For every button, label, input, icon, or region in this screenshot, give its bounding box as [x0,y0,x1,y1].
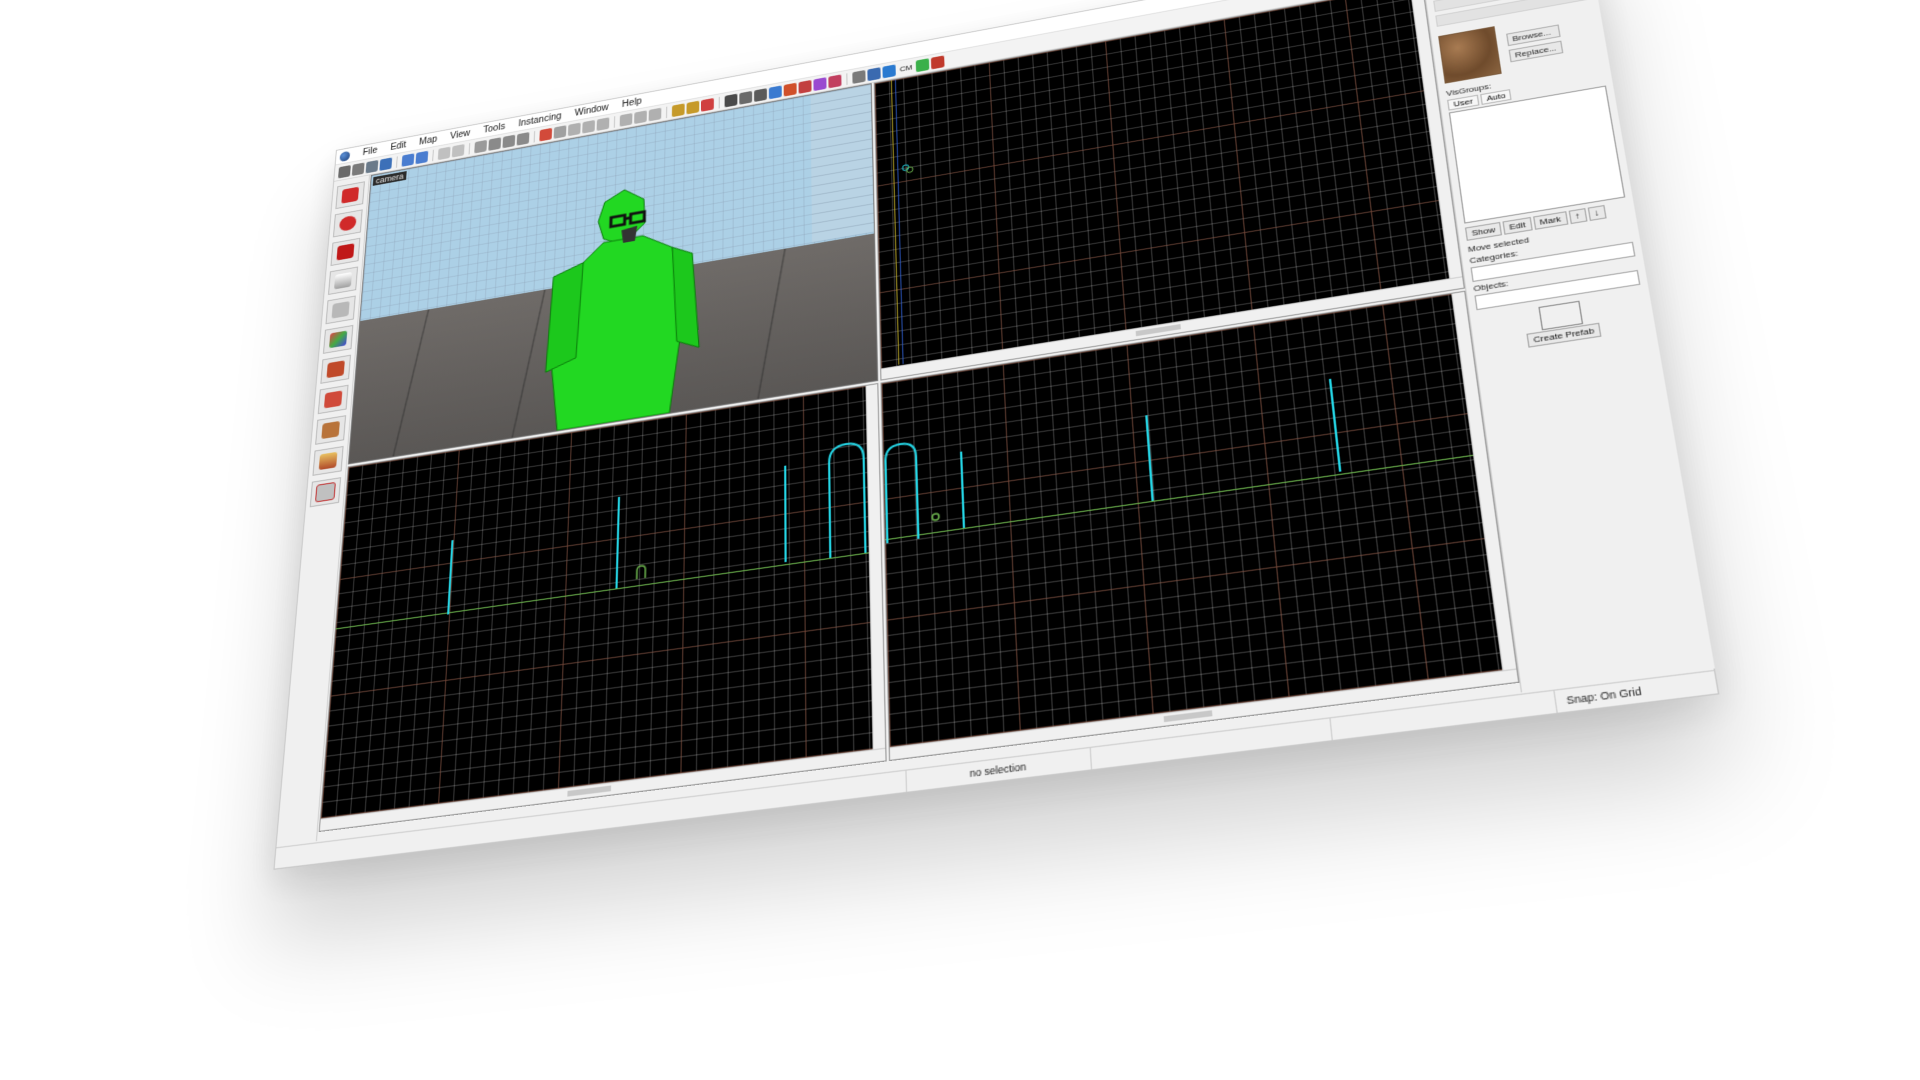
texture-tool-icon [329,330,348,349]
camera-tool-icon [336,243,355,261]
arrow-up-icon[interactable]: ↑ [1568,208,1588,225]
toolbar-separator [718,96,720,109]
paste-icon[interactable] [648,107,662,121]
cursor-icon[interactable] [739,90,753,105]
tool-vertex[interactable] [309,477,342,508]
entity-tool-icon [334,271,353,290]
check-map-icon[interactable] [916,57,930,72]
scroll-thumb[interactable] [1135,324,1181,337]
cubemap-button[interactable]: CM [898,62,915,73]
player-marker-icon [929,509,945,530]
visgroup-list[interactable] [1448,85,1626,224]
tool-magnify[interactable] [332,209,363,238]
apply-texture-icon [326,360,345,379]
texture-lock-icon[interactable] [365,159,379,174]
arch-outline [883,438,930,546]
light-icon[interactable] [882,63,896,78]
tool-clip[interactable] [312,445,344,476]
tool-decal[interactable] [317,384,349,415]
toolbar-separator [846,72,848,85]
tool-entity[interactable] [328,266,359,295]
grid-icon[interactable] [338,164,351,179]
camera-alt-icon[interactable] [415,150,429,164]
toolbar-separator [468,142,471,155]
brush-icon[interactable] [852,69,866,84]
clip-tool-icon [318,451,338,471]
decal-icon[interactable] [798,79,812,94]
grid-size-icon[interactable] [351,162,365,176]
scroll-thumb[interactable] [567,785,612,797]
select-box-icon[interactable] [724,93,738,108]
toolbar-separator [533,130,536,143]
texture-buttons: Browse... Replace... [1505,24,1564,63]
cut-icon[interactable] [619,112,633,127]
arrow-down-icon[interactable]: ↓ [1587,205,1607,222]
hide-icon[interactable] [567,122,581,136]
texture-preview [1438,26,1502,84]
app-icon [339,150,351,162]
edit-button[interactable]: Edit [1502,216,1533,235]
stop-icon[interactable] [701,97,714,112]
move-to-world-icon[interactable] [553,124,567,139]
hollow-icon[interactable] [488,136,502,151]
run-map-icon[interactable] [686,100,700,115]
brush-edge [784,465,787,563]
ungroup-icon[interactable] [516,131,530,146]
compile-icon[interactable] [671,102,685,117]
toolbar-separator [432,149,434,161]
fgd-icon[interactable] [931,54,946,69]
vertex-icon[interactable] [754,87,767,102]
player-marker-icon [635,563,648,582]
overlay-icon[interactable] [783,82,797,97]
mark-button[interactable]: Mark [1532,211,1568,230]
entity-icon[interactable] [768,84,782,99]
tool-selection[interactable] [335,181,365,210]
scroll-thumb[interactable] [1163,710,1213,723]
decal-tool-icon [323,390,343,409]
clip-icon[interactable] [813,76,827,91]
toolbar-separator [666,106,668,118]
overlay-tool-icon [321,420,340,440]
undo-icon[interactable] [437,146,451,160]
show-icon[interactable] [582,119,596,134]
arch-outline [825,437,870,561]
texture-app-icon[interactable] [596,116,610,131]
hammer-editor-window: File Edit Map View Tools Instancing Wind… [273,0,1720,870]
tool-overlay[interactable] [315,415,347,445]
magnify-tool-icon [338,214,357,232]
tool-block[interactable] [325,295,356,325]
display-icon[interactable] [379,156,393,171]
tool-texture[interactable] [322,324,354,354]
redo-icon[interactable] [451,143,465,158]
tie-to-entity-icon[interactable] [539,127,553,142]
vertex-tool-icon [314,481,336,503]
copy-icon[interactable] [634,109,647,124]
tool-apply-texture[interactable] [320,354,351,384]
toolbar-separator [613,115,616,128]
block-tool-icon [331,301,350,319]
carve-icon[interactable] [474,139,488,154]
camera-icon[interactable] [401,152,415,167]
path-icon[interactable] [828,73,842,88]
model-icon[interactable] [867,66,881,81]
player-marker-icon [897,158,918,180]
toolbar-separator [396,155,398,168]
selection-tool-icon [341,186,360,204]
show-button[interactable]: Show [1464,221,1503,241]
group-icon[interactable] [502,134,516,148]
tool-camera[interactable] [330,237,361,267]
